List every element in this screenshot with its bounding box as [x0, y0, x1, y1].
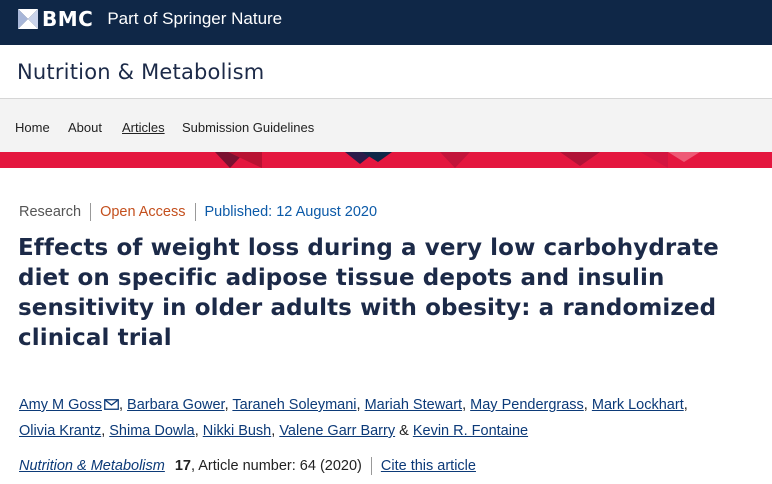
author-link[interactable]: May Pendergrass: [470, 397, 584, 413]
publisher-bar: BMC Part of Springer Nature: [0, 0, 772, 45]
author-link[interactable]: Shima Dowla: [109, 423, 194, 439]
article-type: Research: [19, 204, 82, 220]
decorative-banner: [0, 152, 772, 168]
author-link[interactable]: Amy M Goss: [19, 397, 102, 413]
nav-item-articles[interactable]: Articles: [122, 120, 165, 135]
author-link[interactable]: Barbara Gower: [127, 397, 225, 413]
mail-icon[interactable]: [104, 394, 119, 419]
author-link[interactable]: Olivia Krantz: [19, 423, 101, 439]
open-access-label: Open Access: [100, 204, 186, 220]
bmc-logo[interactable]: BMC Part of Springer Nature: [18, 9, 282, 29]
journal-title[interactable]: Nutrition & Metabolism: [17, 60, 264, 84]
cite-this-article-link[interactable]: Cite this article: [381, 458, 476, 474]
meta-divider: [194, 203, 196, 221]
published-date: Published: 12 August 2020: [204, 204, 378, 220]
meta-divider: [90, 203, 92, 221]
logo-subtitle: Part of Springer Nature: [107, 9, 283, 28]
author-link[interactable]: Valene Garr Barry: [279, 423, 395, 439]
author-link[interactable]: Mark Lockhart: [592, 397, 684, 413]
bmc-logo-icon: [18, 9, 38, 29]
citation-volume: 17: [174, 458, 191, 474]
author-link[interactable]: Taraneh Soleymani: [232, 397, 356, 413]
journal-header: Nutrition & Metabolism: [0, 45, 772, 99]
nav-item-home[interactable]: Home: [15, 120, 50, 135]
author-link[interactable]: Kevin R. Fontaine: [413, 423, 528, 439]
nav-item-submission-guidelines[interactable]: Submission Guidelines: [182, 120, 314, 135]
citation-journal-link[interactable]: Nutrition & Metabolism: [19, 458, 165, 474]
author-list: Amy M Goss, Barbara Gower, Taraneh Soley…: [19, 393, 759, 444]
article-meta: Research Open Access Published: 12 Augus…: [19, 203, 377, 221]
citation-divider: [370, 457, 372, 475]
logo-text: BMC: [42, 7, 94, 31]
article-title: Effects of weight loss during a very low…: [18, 235, 719, 351]
author-link[interactable]: Mariah Stewart: [365, 397, 463, 413]
citation-article-info: , Article number: 64 (2020): [191, 458, 362, 474]
author-link[interactable]: Nikki Bush: [203, 423, 272, 439]
citation-line: Nutrition & Metabolism 17 , Article numb…: [19, 457, 476, 475]
nav-item-about[interactable]: About: [68, 120, 102, 135]
main-nav: Home About Articles Submission Guideline…: [0, 99, 772, 152]
